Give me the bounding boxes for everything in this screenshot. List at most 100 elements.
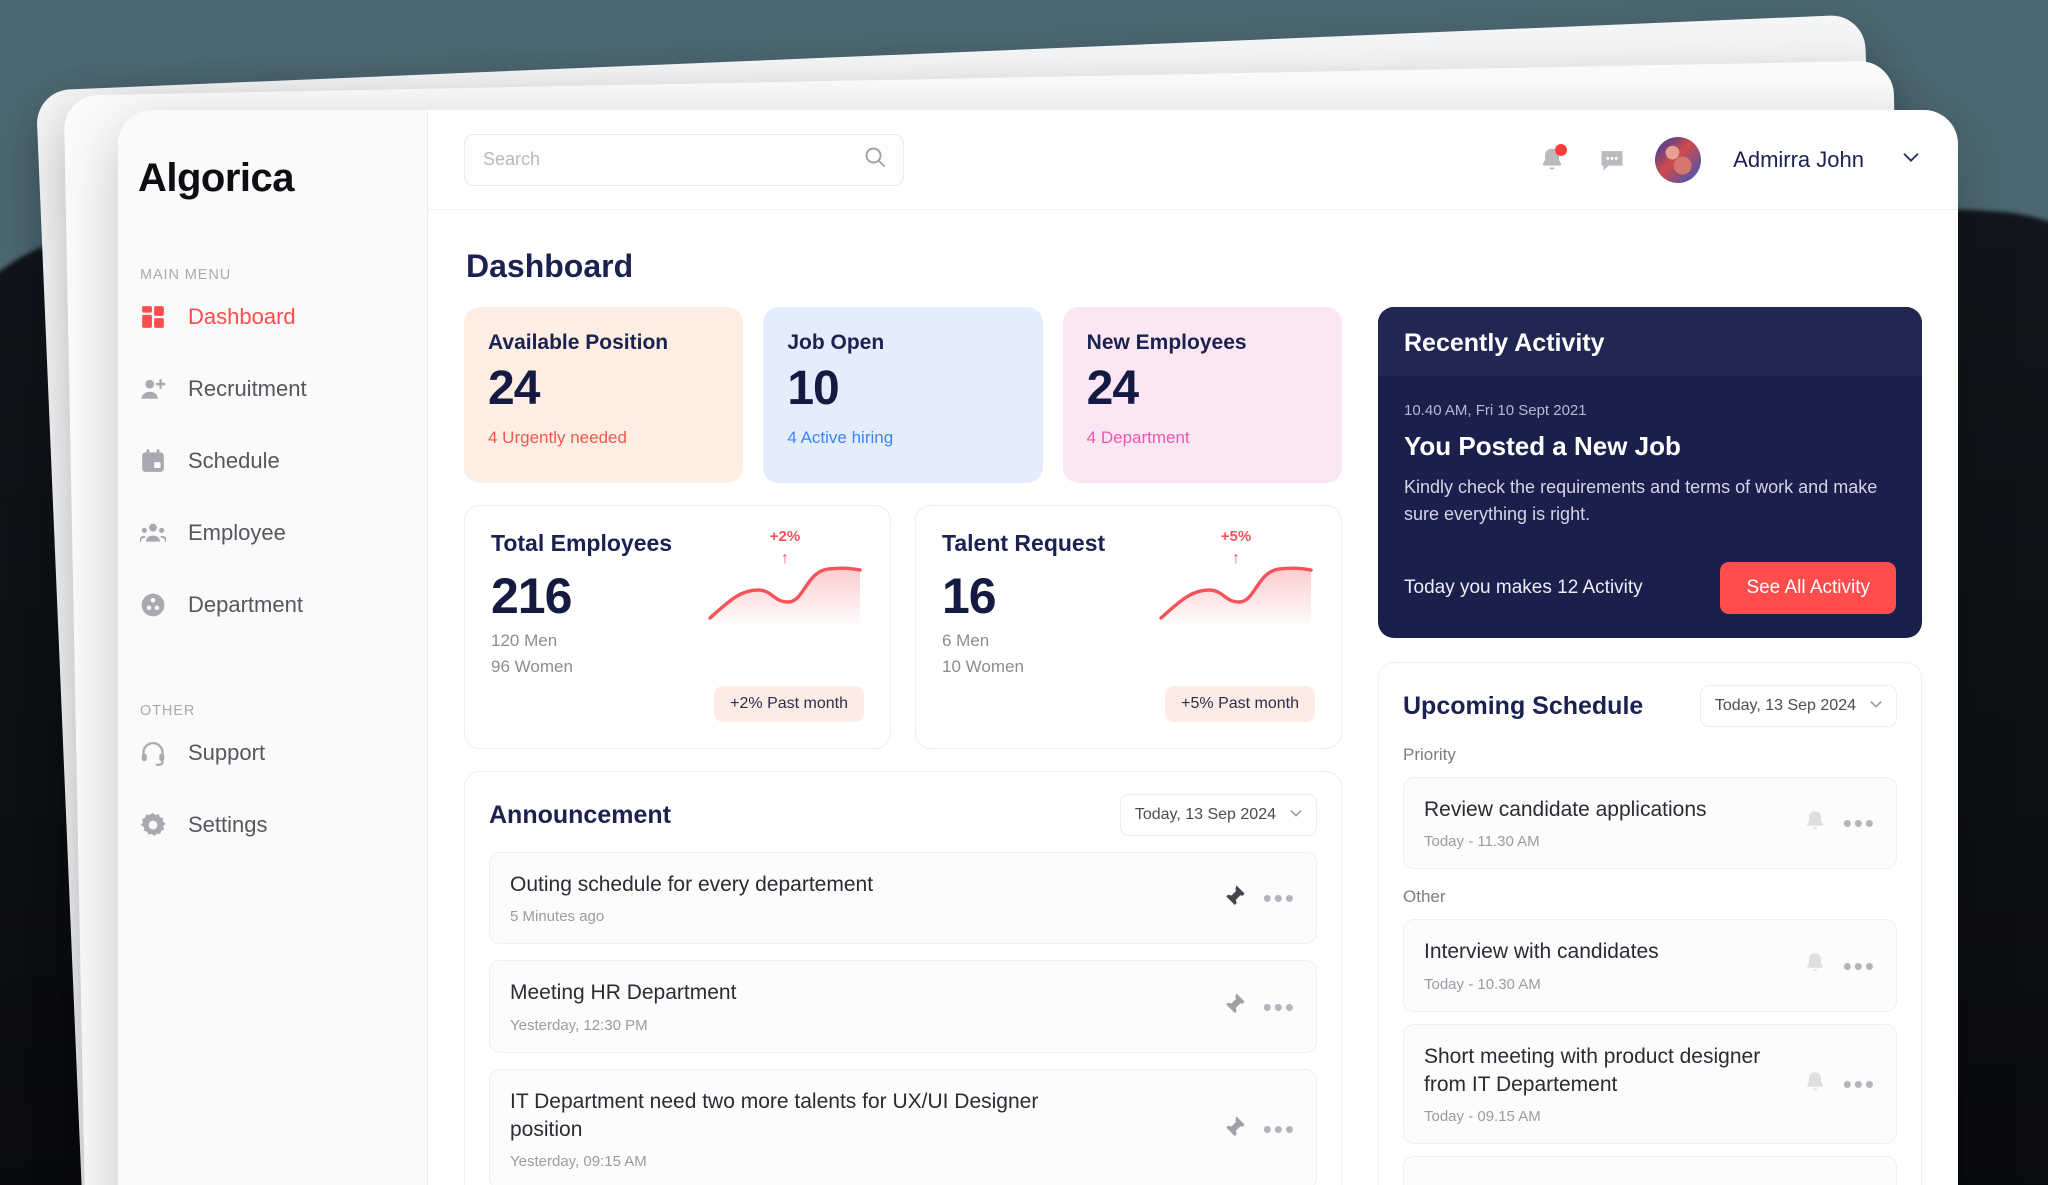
- chevron-down-icon: [1868, 696, 1884, 717]
- users-icon: [140, 520, 166, 546]
- user-plus-icon: [140, 376, 166, 402]
- search-box[interactable]: [464, 133, 904, 186]
- sidebar-group-other-label: OTHER: [140, 703, 196, 719]
- topbar: Admirra John: [428, 110, 1958, 210]
- more-options-icon[interactable]: •••: [1843, 1071, 1876, 1097]
- more-options-icon[interactable]: •••: [1843, 953, 1876, 979]
- search-icon[interactable]: [863, 145, 887, 174]
- announcement-item-body: Outing schedule for every departement 5 …: [510, 871, 1207, 925]
- sidebar-item-label: Employee: [188, 520, 286, 545]
- upcoming-schedule-panel: Upcoming Schedule Today, 13 Sep 2024 Pri…: [1378, 662, 1922, 1185]
- announcement-panel: Announcement Today, 13 Sep 2024 Outing s…: [464, 771, 1342, 1185]
- metric-pill: +5% Past month: [1165, 686, 1315, 722]
- schedule-group-label: Other: [1403, 887, 1446, 907]
- stat-card-row: Available Position 24 4 Urgently needed …: [464, 307, 1342, 483]
- activity-body: 10.40 AM, Fri 10 Sept 2021 You Posted a …: [1378, 376, 1922, 638]
- sidebar-item-label: Support: [188, 740, 266, 765]
- sidebar-item-label: Department: [188, 592, 303, 617]
- announcement-item-actions: •••: [1221, 883, 1296, 914]
- announcement-item[interactable]: Outing schedule for every departement 5 …: [489, 852, 1317, 945]
- more-options-icon[interactable]: •••: [1843, 810, 1876, 836]
- schedule-item-partial[interactable]: [1403, 1156, 1897, 1185]
- activity-header-title: Recently Activity: [1404, 329, 1605, 357]
- schedule-item-title: Interview with candidates: [1424, 940, 1659, 964]
- sidebar-item-settings[interactable]: Settings: [118, 801, 427, 849]
- announcement-item[interactable]: IT Department need two more talents for …: [489, 1068, 1317, 1185]
- announcement-item-body: Meeting HR Department Yesterday, 12:30 P…: [510, 979, 1207, 1033]
- metric-delta: +2%: [769, 528, 801, 545]
- metric-women: 10 Women: [942, 657, 1024, 676]
- announcement-date-filter[interactable]: Today, 13 Sep 2024: [1119, 794, 1317, 836]
- bell-icon[interactable]: [1803, 1070, 1827, 1099]
- sidebar-item-recruitment[interactable]: Recruitment: [118, 365, 427, 413]
- metric-women: 96 Women: [491, 657, 573, 676]
- schedule-item-title: Review candidate applications: [1424, 798, 1707, 821]
- search-input[interactable]: [483, 149, 863, 170]
- sidebar-item-support[interactable]: Support: [118, 729, 427, 777]
- sidebar-item-dashboard[interactable]: Dashboard: [118, 293, 427, 341]
- announcement-item-meta: Yesterday, 12:30 PM: [510, 1016, 648, 1034]
- announcement-item[interactable]: Meeting HR Department Yesterday, 12:30 P…: [489, 960, 1317, 1053]
- pin-icon[interactable]: [1221, 1114, 1247, 1145]
- metric-card-total-employees[interactable]: Total Employees 216 120 Men 96 Women +2%…: [464, 505, 891, 749]
- sidebar-item-department[interactable]: Department: [118, 581, 427, 629]
- bell-icon[interactable]: [1803, 951, 1827, 980]
- chevron-down-icon: [1288, 805, 1304, 826]
- app-window: Algorica MAIN MENU Dashboard Recruitment…: [118, 110, 1958, 1185]
- announcement-header: Announcement Today, 13 Sep 2024: [489, 794, 1317, 836]
- avatar[interactable]: [1655, 136, 1702, 183]
- stat-value: 24: [488, 362, 540, 415]
- sidebar-item-schedule[interactable]: Schedule: [118, 437, 427, 485]
- schedule-item[interactable]: Short meeting with product designer from…: [1403, 1023, 1897, 1145]
- activity-headline: You Posted a New Job: [1404, 431, 1681, 461]
- department-icon: [140, 592, 166, 618]
- more-options-icon[interactable]: •••: [1263, 1116, 1296, 1142]
- pin-icon[interactable]: [1221, 991, 1247, 1022]
- schedule-date-filter[interactable]: Today, 13 Sep 2024: [1699, 685, 1897, 727]
- more-options-icon[interactable]: •••: [1263, 885, 1296, 911]
- dashboard-columns: Available Position 24 4 Urgently needed …: [464, 307, 1922, 1185]
- schedule-item-meta: Today - 10.30 AM: [1424, 975, 1541, 993]
- sidebar-group-main-label: MAIN MENU: [140, 267, 232, 283]
- topbar-right: Admirra John: [1535, 136, 1922, 183]
- announcement-item-body: IT Department need two more talents for …: [510, 1088, 1207, 1171]
- metric-card-row: Total Employees 216 120 Men 96 Women +2%…: [464, 505, 1342, 749]
- page-title: Dashboard: [466, 248, 634, 284]
- announcement-item-title: Outing schedule for every departement: [510, 873, 874, 896]
- activity-description: Kindly check the requirements and terms …: [1404, 477, 1878, 524]
- chevron-down-icon[interactable]: [1900, 146, 1922, 173]
- schedule-item[interactable]: Review candidate applications Today - 11…: [1403, 777, 1897, 870]
- stat-card-job-open[interactable]: Job Open 10 4 Active hiring: [763, 307, 1043, 483]
- screen: Algorica MAIN MENU Dashboard Recruitment…: [0, 0, 2048, 1185]
- sidebar-item-label: Dashboard: [188, 304, 296, 329]
- sidebar-item-employee[interactable]: Employee: [118, 509, 427, 557]
- schedule-item-actions: •••: [1803, 1070, 1876, 1099]
- more-options-icon[interactable]: •••: [1263, 994, 1296, 1020]
- activity-count-text: Today you makes 12 Activity: [1404, 577, 1643, 598]
- schedule-item[interactable]: Interview with candidates Today - 10.30 …: [1403, 919, 1897, 1012]
- messages-button[interactable]: [1595, 143, 1629, 177]
- activity-footer: Today you makes 12 Activity See All Acti…: [1404, 562, 1896, 614]
- metric-card-talent-request[interactable]: Talent Request 16 6 Men 10 Women +5% ↑ +…: [915, 505, 1342, 749]
- content: Dashboard Available Position 24 4 Urgent…: [428, 210, 1958, 1185]
- stat-title: Job Open: [787, 331, 885, 354]
- announcement-item-actions: •••: [1221, 1114, 1296, 1145]
- trend-up-arrow-icon: ↑: [781, 550, 789, 567]
- pin-icon[interactable]: [1221, 883, 1247, 914]
- sidebar-item-label: Settings: [188, 812, 268, 837]
- schedule-item-meta: Today - 09.15 AM: [1424, 1108, 1541, 1126]
- stat-title: Available Position: [488, 331, 669, 354]
- stat-card-new-employees[interactable]: New Employees 24 4 Department: [1062, 307, 1342, 483]
- notification-button[interactable]: [1535, 143, 1569, 177]
- announcement-item-title: Meeting HR Department: [510, 981, 737, 1005]
- announcement-item-meta: 5 Minutes ago: [510, 908, 605, 926]
- metric-men: 120 Men: [491, 631, 558, 650]
- bell-icon[interactable]: [1803, 809, 1827, 838]
- headset-icon: [140, 740, 166, 766]
- sidebar-item-label: Recruitment: [188, 376, 307, 401]
- stat-card-available-position[interactable]: Available Position 24 4 Urgently needed: [464, 307, 744, 483]
- calendar-icon: [140, 448, 166, 474]
- sidebar: Algorica MAIN MENU Dashboard Recruitment…: [118, 110, 428, 1185]
- see-all-activity-button[interactable]: See All Activity: [1720, 562, 1896, 614]
- stat-subtitle: 4 Active hiring: [787, 428, 894, 448]
